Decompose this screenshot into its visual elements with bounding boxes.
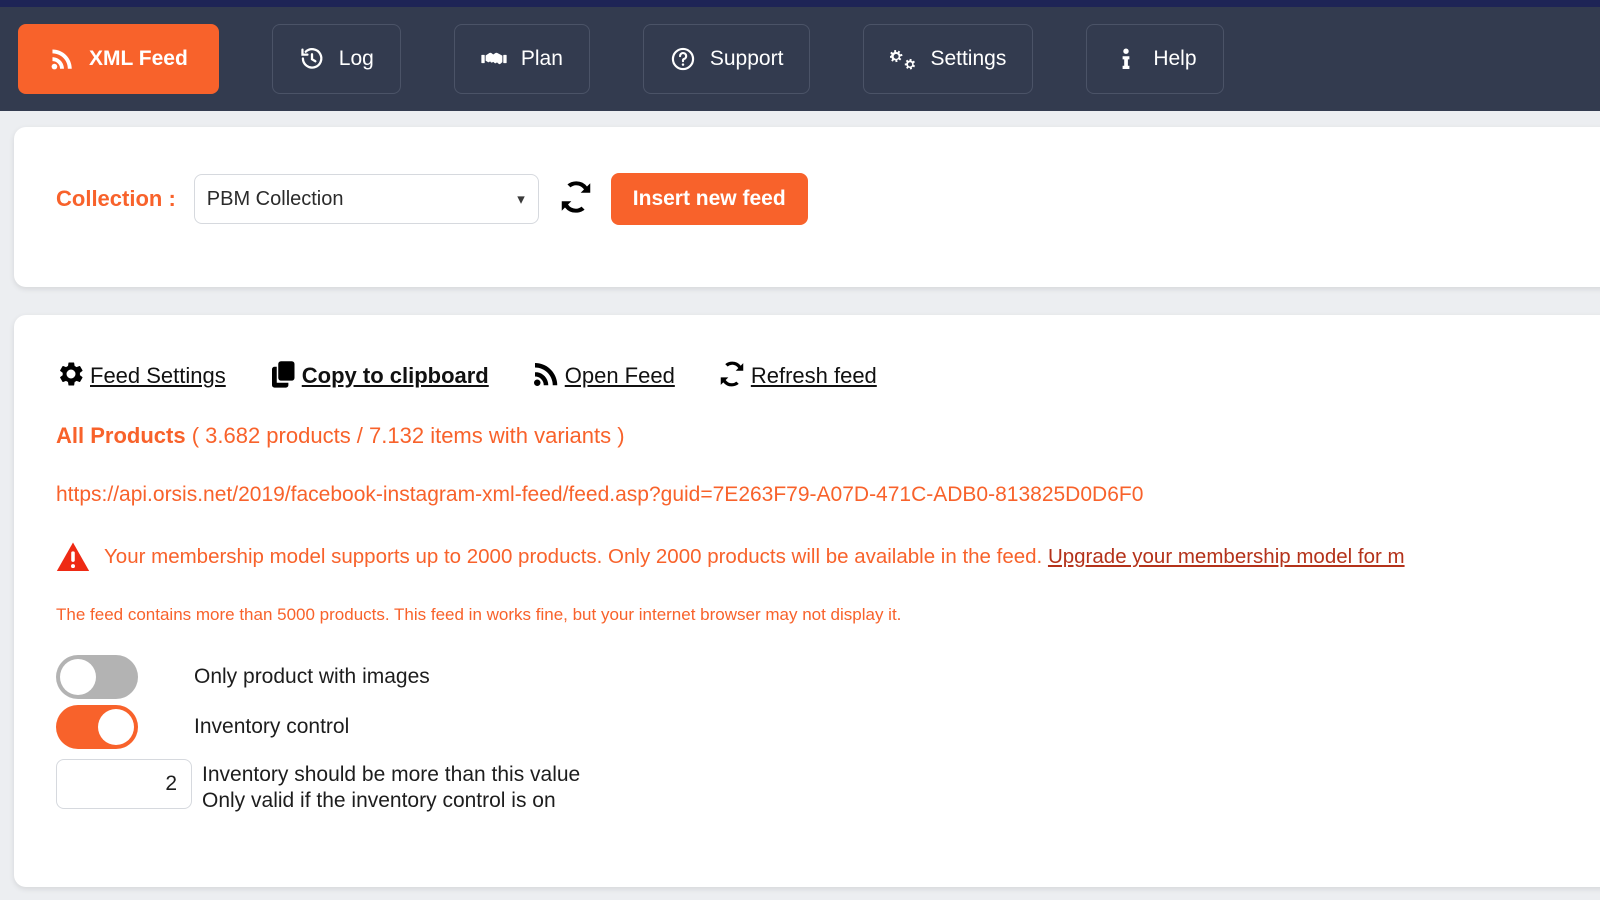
inventory-threshold-labels: Inventory should be more than this value… (202, 759, 580, 815)
clipboard-icon (268, 359, 298, 389)
nav-label-settings: Settings (930, 47, 1007, 70)
warning-triangle-icon (56, 541, 90, 573)
inventory-threshold-row: Inventory should be more than this value… (56, 759, 1600, 815)
refresh-collections-button[interactable] (557, 178, 595, 221)
nav-label-xml-feed: XML Feed (89, 47, 188, 70)
history-icon (299, 46, 325, 72)
inventory-control-label: Inventory control (194, 715, 350, 738)
nav-label-support: Support (709, 47, 784, 70)
copy-to-clipboard-link[interactable]: Copy to clipboard (268, 359, 489, 389)
refresh-feed-label: Refresh feed (750, 363, 877, 388)
toggle-knob (60, 659, 96, 695)
toggle-row-only-product-with-images: Only product with images (56, 655, 1600, 699)
inventory-threshold-input[interactable] (56, 759, 192, 809)
toggle-knob (98, 709, 134, 745)
nav-item-settings[interactable]: Settings (863, 24, 1034, 94)
membership-warning: Your membership model supports up to 200… (56, 541, 1600, 573)
only-product-with-images-label: Only product with images (194, 665, 430, 688)
open-feed-label: Open Feed (564, 363, 675, 388)
inventory-threshold-label-line1: Inventory should be more than this value (202, 763, 581, 786)
nav-label-plan: Plan (520, 47, 563, 70)
feed-settings-link[interactable]: Feed Settings (56, 359, 226, 389)
copy-to-clipboard-label: Copy to clipboard (301, 363, 489, 388)
all-products-title: All Products (56, 423, 186, 448)
nav-label-log: Log (338, 47, 374, 70)
refresh-icon (557, 178, 595, 221)
collection-select[interactable]: PBM Collection (193, 174, 539, 224)
only-product-with-images-toggle[interactable] (56, 655, 138, 699)
question-circle-icon (670, 46, 696, 72)
warning-message: Your membership model supports up to 200… (104, 545, 1043, 568)
upgrade-membership-link[interactable]: Upgrade your membership model for m (1048, 545, 1405, 568)
nav-label-help: Help (1153, 47, 1197, 70)
product-count-value: ( 3.682 products / 7.132 items with vari… (191, 423, 625, 448)
gear-icon (56, 359, 86, 389)
nav-item-log[interactable]: Log (271, 24, 401, 94)
feed-card: Feed Settings Copy to clipboard Open Fee… (14, 315, 1600, 887)
top-accent-strip (0, 0, 1600, 7)
rss-icon (531, 359, 561, 389)
feed-url[interactable]: https://api.orsis.net/2019/facebook-inst… (56, 483, 1600, 507)
feed-size-note: The feed contains more than 5000 product… (56, 605, 902, 624)
nav-item-xml-feed[interactable]: XML Feed (18, 24, 219, 94)
product-count-line: All Products ( 3.682 products / 7.132 it… (56, 423, 1600, 449)
nav-item-plan[interactable]: Plan (453, 24, 590, 94)
membership-warning-text: Your membership model supports up to 200… (104, 545, 1405, 569)
collection-label: Collection : (56, 186, 176, 211)
inventory-control-toggle[interactable] (56, 705, 138, 749)
handshake-icon (481, 46, 507, 72)
toggle-row-inventory-control: Inventory control (56, 705, 1600, 749)
collection-select-wrapper: PBM Collection ▾ (193, 174, 539, 224)
refresh-icon (717, 359, 747, 389)
info-icon (1113, 46, 1139, 72)
collection-row: Collection : PBM Collection ▾ Insert new… (56, 173, 808, 225)
nav-item-help[interactable]: Help (1086, 24, 1224, 94)
gears-icon (890, 46, 916, 72)
feed-actions-row: Feed Settings Copy to clipboard Open Fee… (56, 359, 1600, 389)
refresh-feed-link[interactable]: Refresh feed (717, 359, 877, 389)
inventory-threshold-label-line2: Only valid if the inventory control is o… (202, 789, 556, 813)
nav-item-support[interactable]: Support (642, 24, 811, 94)
main-navigation: XML Feed Log Plan Support Settings Help (0, 7, 1600, 111)
rss-icon (49, 46, 75, 72)
feed-settings-label: Feed Settings (90, 363, 226, 388)
open-feed-link[interactable]: Open Feed (531, 359, 675, 389)
collection-card: Collection : PBM Collection ▾ Insert new… (14, 127, 1600, 287)
insert-new-feed-button[interactable]: Insert new feed (610, 173, 808, 225)
